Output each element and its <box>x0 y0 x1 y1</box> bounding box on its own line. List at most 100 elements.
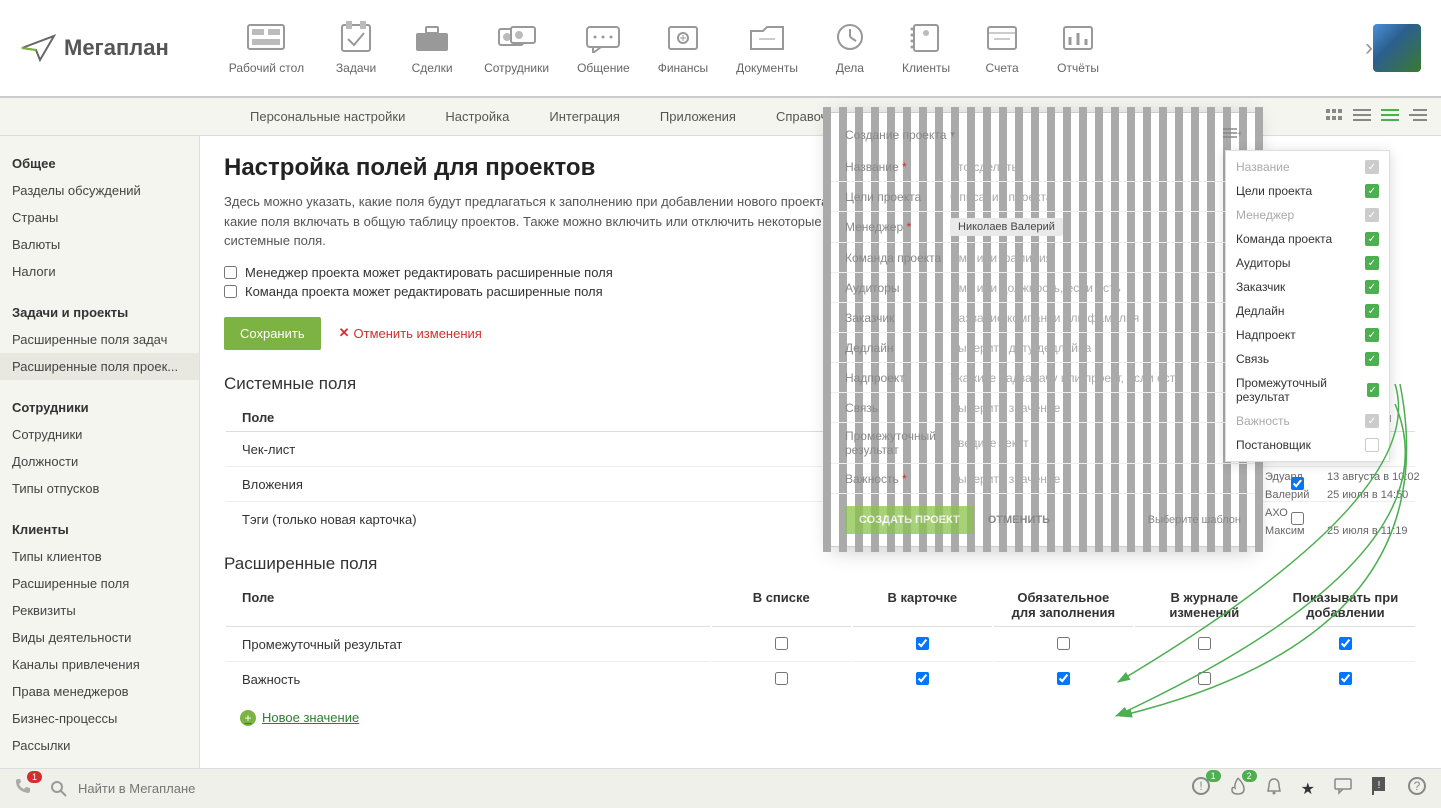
chat-icon[interactable] <box>1333 777 1353 800</box>
chk-manager[interactable] <box>224 266 237 279</box>
sidebar-item[interactable]: Должности <box>0 448 199 475</box>
list-checkbox[interactable] <box>775 637 788 650</box>
save-button[interactable]: Сохранить <box>224 317 321 350</box>
add-field-link[interactable]: + Новое значение <box>240 710 359 726</box>
fire-icon[interactable]: 2 <box>1229 776 1247 801</box>
popup-field-input[interactable]: Описание проекта <box>950 190 1241 204</box>
popup-field-row[interactable]: Промежуточный результат Введите текст <box>831 423 1255 464</box>
nav-item[interactable]: Сделки <box>408 21 456 75</box>
column-toggle-row[interactable]: Цели проекта✓ <box>1226 179 1389 203</box>
search-input[interactable] <box>78 781 1173 796</box>
subnav-item[interactable]: Приложения <box>660 109 736 124</box>
sidebar-item[interactable]: Реквизиты <box>0 597 199 624</box>
nav-item[interactable]: Общение <box>577 21 630 75</box>
log-checkbox[interactable] <box>1198 672 1211 685</box>
help-icon[interactable]: ? <box>1407 776 1427 801</box>
chk-team[interactable] <box>224 285 237 298</box>
required-checkbox[interactable] <box>1057 637 1070 650</box>
popup-field-row[interactable]: Важность * Выберите значение <box>831 464 1255 494</box>
column-toggle-row[interactable]: Дедлайн✓ <box>1226 299 1389 323</box>
nav-item[interactable]: Документы <box>736 21 798 75</box>
column-toggle-row[interactable]: Надпроект✓ <box>1226 323 1389 347</box>
sidebar-item[interactable]: Рассылки <box>0 732 199 759</box>
template-link[interactable]: Выберите шаблон <box>1148 514 1241 526</box>
flag-icon[interactable]: ! <box>1371 775 1389 802</box>
popup-field-input[interactable]: Выберите значение <box>950 401 1241 415</box>
columns-icon[interactable]: + <box>1223 127 1241 142</box>
sidebar-item[interactable]: Расширенные поля проек... <box>0 353 199 380</box>
sidebar-item[interactable]: Расширенные поля задач <box>0 326 199 353</box>
nav-item[interactable]: Финансы <box>658 21 708 75</box>
column-toggle-row[interactable]: Команда проекта✓ <box>1226 227 1389 251</box>
subnav-item[interactable]: Персональные настройки <box>250 109 405 124</box>
view-list-active-icon[interactable] <box>1381 108 1399 122</box>
popup-title-dropdown[interactable]: Создание проекта ▾ <box>845 128 955 142</box>
column-toggle-row[interactable]: Постановщик <box>1226 433 1389 457</box>
sidebar-item[interactable]: Налоги <box>0 258 199 285</box>
popup-cancel-button[interactable]: ОТМЕНИТЬ <box>988 514 1050 526</box>
popup-field-input[interactable]: Выберите дату дедлайна <box>950 341 1241 355</box>
bell-icon[interactable] <box>1265 776 1283 801</box>
view-list-icon[interactable] <box>1353 108 1371 122</box>
popup-field-input[interactable]: Что сделать <box>950 160 1241 174</box>
popup-field-row[interactable]: Команда проекта Имя или фамилия <box>831 243 1255 273</box>
popup-field-input[interactable]: Выберите значение <box>950 472 1241 486</box>
sidebar-item[interactable]: Виды деятельности <box>0 624 199 651</box>
show-checkbox[interactable] <box>1339 637 1352 650</box>
popup-field-input[interactable]: Имя или должность, если есть <box>950 281 1241 295</box>
nav-item[interactable]: Дела <box>826 21 874 75</box>
column-toggle-row[interactable]: Менеджер✓ <box>1226 203 1389 227</box>
popup-field-row[interactable]: Надпроект Укажите надзадачу или проект, … <box>831 363 1255 393</box>
column-toggle-row[interactable]: Название✓ <box>1226 155 1389 179</box>
popup-field-input[interactable]: Николаев Валерий <box>950 218 1241 236</box>
column-toggle-row[interactable]: Важность✓ <box>1226 409 1389 433</box>
subnav-item[interactable]: Интеграция <box>549 109 620 124</box>
column-toggle-row[interactable]: Аудиторы✓ <box>1226 251 1389 275</box>
show-checkbox[interactable] <box>1339 672 1352 685</box>
sidebar-item[interactable]: Бизнес-процессы <box>0 705 199 732</box>
popup-field-input[interactable]: Название компании или фамилия <box>950 311 1241 325</box>
phone-icon[interactable]: 1 <box>14 777 32 800</box>
nav-item[interactable]: Счета <box>978 21 1026 75</box>
list-checkbox[interactable] <box>775 672 788 685</box>
sidebar-item[interactable]: Сотрудники <box>0 421 199 448</box>
alert-icon[interactable]: ! 1 <box>1191 776 1211 801</box>
nav-more-icon[interactable]: › <box>1365 34 1373 62</box>
view-compact-icon[interactable] <box>1409 108 1427 122</box>
popup-field-row[interactable]: Менеджер * Николаев Валерий <box>831 212 1255 243</box>
sidebar-item[interactable]: Права менеджеров <box>0 678 199 705</box>
nav-item[interactable]: Рабочий стол <box>229 21 304 75</box>
sidebar-item[interactable]: Типы отпусков <box>0 475 199 502</box>
global-search[interactable] <box>50 780 1173 798</box>
nav-item[interactable]: Отчёты <box>1054 21 1102 75</box>
required-checkbox[interactable] <box>1057 672 1070 685</box>
avatar[interactable] <box>1373 24 1421 72</box>
popup-field-row[interactable]: Дедлайн Выберите дату дедлайна <box>831 333 1255 363</box>
star-icon[interactable]: ★ <box>1301 779 1315 799</box>
popup-field-input[interactable]: Укажите надзадачу или проект, если есть <box>950 371 1241 385</box>
logo[interactable]: Мегаплан <box>20 34 169 62</box>
sidebar-item[interactable]: Разделы обсуждений <box>0 177 199 204</box>
column-toggle-row[interactable]: Промежуточный результат✓ <box>1226 371 1389 409</box>
popup-field-input[interactable]: Введите текст <box>950 436 1241 450</box>
popup-field-row[interactable]: Цели проекта Описание проекта <box>831 182 1255 212</box>
card-checkbox[interactable] <box>916 637 929 650</box>
create-project-button[interactable]: СОЗДАТЬ ПРОЕКТ <box>845 506 974 534</box>
sidebar-item[interactable]: Типы клиентов <box>0 543 199 570</box>
view-grid-icon[interactable] <box>1325 108 1343 122</box>
cancel-button[interactable]: ✕ Отменить изменения <box>339 325 482 341</box>
popup-field-row[interactable]: Заказчик Название компании или фамилия <box>831 303 1255 333</box>
sidebar-item[interactable]: Каналы привлечения <box>0 651 199 678</box>
popup-field-input[interactable]: Имя или фамилия <box>950 251 1241 265</box>
subnav-item[interactable]: Настройка <box>445 109 509 124</box>
column-toggle-row[interactable]: Заказчик✓ <box>1226 275 1389 299</box>
log-checkbox[interactable] <box>1198 637 1211 650</box>
popup-field-row[interactable]: Название * Что сделать <box>831 152 1255 182</box>
sidebar-item[interactable]: Расширенные поля <box>0 570 199 597</box>
popup-field-row[interactable]: Связь Выберите значение <box>831 393 1255 423</box>
card-checkbox[interactable] <box>916 672 929 685</box>
sidebar-item[interactable]: Страны <box>0 204 199 231</box>
nav-item[interactable]: Сотрудники <box>484 21 549 75</box>
popup-field-row[interactable]: Аудиторы Имя или должность, если есть <box>831 273 1255 303</box>
sidebar-item[interactable]: Валюты <box>0 231 199 258</box>
